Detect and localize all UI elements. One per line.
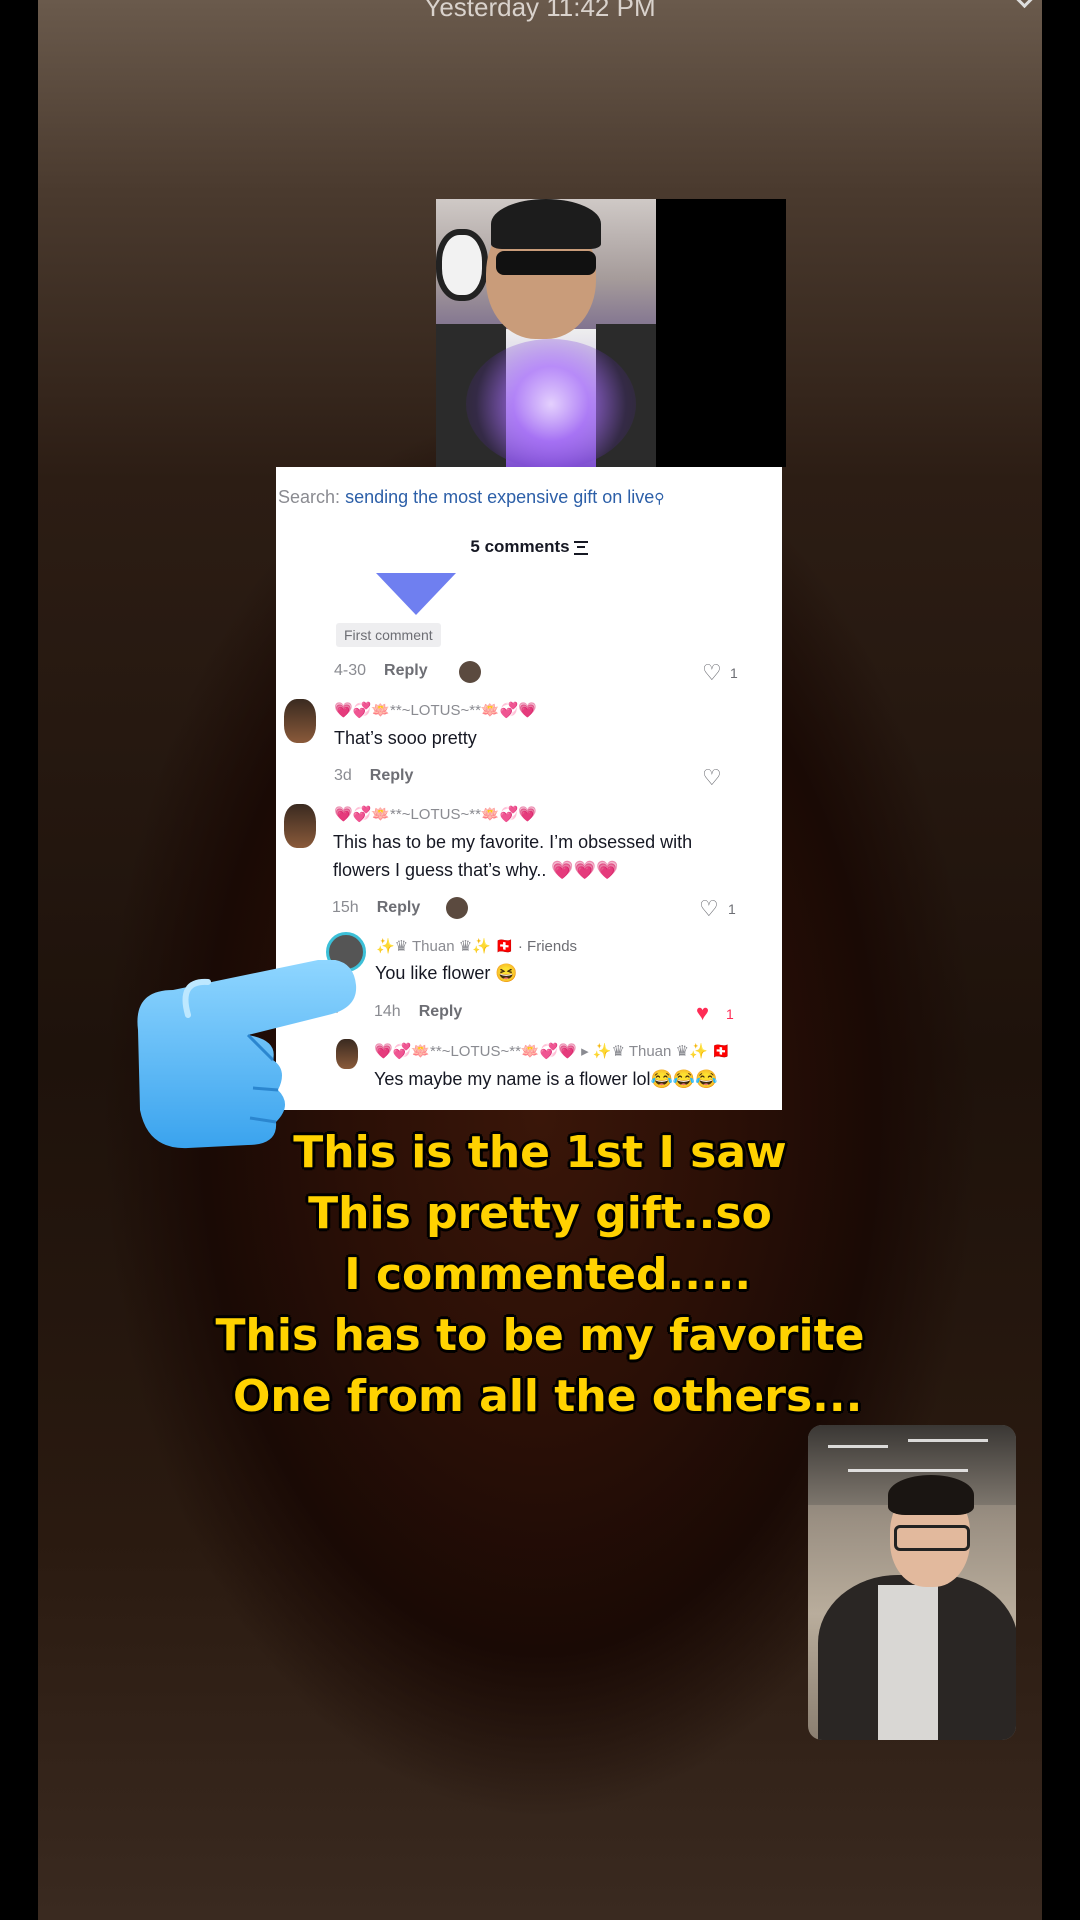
caption-line: I commented..... bbox=[328, 1249, 752, 1300]
comment-meta: 4-30 Reply bbox=[334, 662, 428, 680]
caption-line: One from all the others... bbox=[217, 1371, 863, 1422]
host-hair bbox=[491, 199, 601, 249]
heart-outline-icon[interactable]: ♡ bbox=[699, 898, 719, 920]
like-count: 1 bbox=[728, 901, 736, 917]
search-label: Search: bbox=[278, 487, 341, 507]
heart-filled-icon[interactable]: ♥ bbox=[696, 1002, 709, 1024]
video-letterbox bbox=[656, 199, 786, 467]
avatar[interactable] bbox=[284, 804, 316, 848]
diamond-gift-icon bbox=[376, 573, 456, 615]
comment-text: That’s sooo pretty bbox=[334, 728, 477, 748]
caption-line: This is the 1st I saw bbox=[293, 1127, 787, 1178]
first-comment-badge: First comment bbox=[336, 623, 441, 647]
person-hair bbox=[888, 1475, 974, 1515]
ceiling-light bbox=[828, 1445, 888, 1448]
comments-count[interactable]: 5 comments bbox=[276, 537, 782, 557]
ceiling-light bbox=[848, 1469, 968, 1472]
video-caption: This is the 1st I saw This pretty gift..… bbox=[0, 1122, 1080, 1427]
comment-text-line: This has to be my favorite. I’m obsessed… bbox=[333, 832, 693, 852]
comment-text-line: flowers I guess that’s why.. 💗💗💗 bbox=[333, 860, 619, 880]
comment-time: 4-30 bbox=[334, 662, 367, 679]
reply-button[interactable]: Reply bbox=[384, 662, 428, 679]
comment-meta: 3d Reply bbox=[334, 767, 413, 785]
lotus-gift-effect bbox=[466, 339, 636, 467]
friends-tag: · Friends bbox=[517, 938, 578, 955]
like-count: 1 bbox=[730, 665, 738, 681]
glasses bbox=[894, 1525, 970, 1551]
comment-time: 3d bbox=[334, 767, 352, 784]
reply-time: 14h bbox=[374, 1003, 401, 1020]
heart-outline-icon[interactable]: ♡ bbox=[702, 767, 722, 789]
reply-meta: 14h Reply bbox=[374, 1003, 462, 1021]
ceiling-light bbox=[908, 1439, 988, 1442]
like-count: 1 bbox=[726, 1006, 734, 1022]
caption-line: This has to be my favorite bbox=[215, 1310, 865, 1361]
heart-outline-icon[interactable]: ♡ bbox=[702, 662, 722, 684]
sort-icon[interactable] bbox=[573, 540, 588, 555]
sunglasses bbox=[496, 251, 596, 275]
search-query[interactable]: sending the most expensive gift on live bbox=[345, 487, 654, 507]
panda-plush bbox=[436, 229, 488, 301]
reply-text: Yes maybe my name is a flower lol😂😂😂 bbox=[374, 1069, 718, 1089]
comment-username[interactable]: 💗💞🪷**~LOTUS~**🪷💞💗 bbox=[334, 701, 537, 719]
reply-username[interactable]: 💗💞🪷**~LOTUS~**🪷💞💗 ▸ ✨♛ Thuan ♛✨ 🇨🇭 bbox=[374, 1042, 731, 1060]
reply-text: You like flower 😆 bbox=[375, 963, 518, 983]
reply-button[interactable]: Reply bbox=[370, 767, 414, 784]
search-icon[interactable]: ⚲ bbox=[654, 490, 664, 506]
selfie-camera-overlay bbox=[808, 1425, 1016, 1740]
stitched-video-thumbnail bbox=[436, 199, 656, 467]
reply-username[interactable]: ✨♛ Thuan ♛✨ 🇨🇭 · Friends bbox=[376, 937, 577, 955]
reply-button[interactable]: Reply bbox=[377, 899, 421, 916]
person-shirt bbox=[878, 1585, 938, 1740]
comment-meta: 15h Reply bbox=[332, 899, 420, 917]
comments-count-label: 5 comments bbox=[470, 537, 570, 556]
comment-username[interactable]: 💗💞🪷**~LOTUS~**🪷💞💗 bbox=[334, 805, 537, 823]
avatar[interactable] bbox=[284, 699, 316, 743]
timestamp: Yesterday 11:42 PM bbox=[424, 0, 656, 22]
reply-button[interactable]: Reply bbox=[419, 1003, 463, 1020]
creator-liked-avatar bbox=[459, 661, 481, 683]
reply-username-text: ✨♛ Thuan ♛✨ 🇨🇭 bbox=[376, 938, 514, 955]
search-suggestion[interactable]: Search: sending the most expensive gift … bbox=[278, 487, 665, 508]
caption-line: This pretty gift..so bbox=[308, 1188, 772, 1239]
creator-liked-avatar bbox=[446, 897, 468, 919]
comment-time: 15h bbox=[332, 899, 359, 916]
